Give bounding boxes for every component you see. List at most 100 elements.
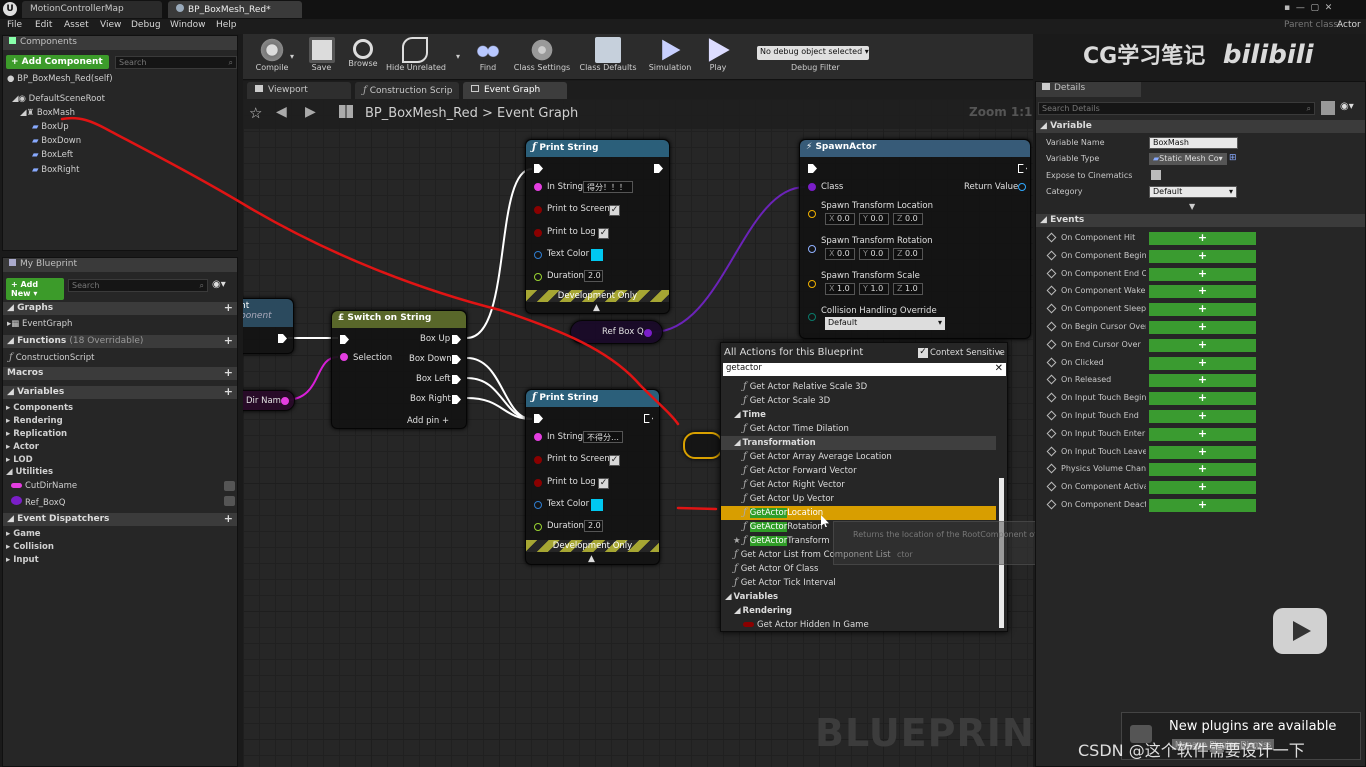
browse-button[interactable]: Browse xyxy=(340,36,386,78)
component-default-root[interactable]: ◢◉ DefaultSceneRoot xyxy=(12,94,105,104)
window-controls[interactable]: ▪ — ▢ ✕ xyxy=(1284,3,1332,13)
play-button[interactable]: Play xyxy=(695,36,741,78)
var-category[interactable]: ▸ Components xyxy=(6,403,73,413)
add-event-button[interactable]: + xyxy=(1149,303,1256,317)
action-item[interactable]: ƒ Get Actor Time Dilation xyxy=(721,422,996,436)
exec-out-pin[interactable] xyxy=(452,395,461,404)
switch-on-string-node[interactable]: £ Switch on String Selection Box Up Box … xyxy=(331,310,467,429)
all-actions-menu[interactable]: All Actions for this Blueprint ✓ Context… xyxy=(720,342,1008,632)
rotator-pin[interactable] xyxy=(808,245,816,253)
details-tab[interactable]: Details xyxy=(1036,82,1141,97)
action-item[interactable]: ƒ Get Actor Array Average Location xyxy=(721,450,996,464)
menu-edit[interactable]: Edit xyxy=(35,20,52,30)
add-event-button[interactable]: + xyxy=(1149,427,1256,441)
action-item[interactable]: ƒ Get Actor Forward Vector xyxy=(721,464,996,478)
add-event-button[interactable]: + xyxy=(1149,481,1256,495)
details-search-input[interactable]: Search Details ⌕ xyxy=(1038,102,1315,115)
add-event-button[interactable]: + xyxy=(1149,232,1256,245)
variable-get-ref-boxq[interactable]: Ref Box Q xyxy=(570,320,663,344)
expand-right-icon[interactable]: ▸ xyxy=(999,348,1003,357)
return-value-pin[interactable] xyxy=(1018,183,1026,191)
class-settings-button[interactable]: Class Settings xyxy=(511,36,573,78)
add-variable-icon[interactable]: + xyxy=(224,386,233,397)
loc-z-input[interactable]: Z 0.0 xyxy=(893,213,923,225)
add-event-button[interactable]: + xyxy=(1149,356,1256,370)
hide-unrelated-button[interactable]: Hide Unrelated xyxy=(386,36,446,78)
event-node-partial[interactable]: ntponent xyxy=(243,298,294,354)
save-button[interactable]: Save xyxy=(299,36,344,78)
bool-pin[interactable] xyxy=(534,479,542,487)
component-child[interactable]: ▰ BoxRight xyxy=(32,165,79,175)
exec-out-pin[interactable] xyxy=(1018,164,1027,173)
tab-construction-script[interactable]: ƒ Construction Scrip xyxy=(355,82,459,99)
menu-view[interactable]: View xyxy=(100,20,121,30)
graph-item-eventgraph[interactable]: ▸▦ EventGraph xyxy=(7,319,72,329)
category-select[interactable]: Default ▾ xyxy=(1149,186,1237,198)
float-pin[interactable] xyxy=(534,523,542,531)
tab-event-graph[interactable]: Event Graph xyxy=(463,82,567,99)
object-out-pin[interactable] xyxy=(644,329,652,337)
doc-tab-blueprint[interactable]: BP_BoxMesh_Red* xyxy=(168,1,302,18)
variable-type-select[interactable]: ▰Static Mesh Co▾ xyxy=(1149,153,1227,165)
action-item[interactable]: Get Actor Hidden In Game xyxy=(721,618,996,631)
section-variable[interactable]: ◢ Variable xyxy=(1036,120,1365,133)
action-category[interactable]: ◢ Time xyxy=(721,408,996,422)
print-string-node[interactable]: ƒ Print String In String 不得分… Print to Sc… xyxy=(525,389,660,565)
add-component-button[interactable]: + Add Component xyxy=(6,55,109,69)
variable-get-dir-name[interactable]: Dir Name xyxy=(243,390,295,411)
hidden-node-stub[interactable] xyxy=(683,432,723,459)
section-functions[interactable]: ◢ Functions (18 Overridable) + xyxy=(3,335,237,348)
add-graph-icon[interactable]: + xyxy=(224,302,233,313)
bool-pin[interactable] xyxy=(534,456,542,464)
container-type-icon[interactable]: ⊞ xyxy=(1229,153,1237,163)
action-item[interactable]: ƒ Get Actor Relative Scale 3D xyxy=(721,380,996,394)
string-in-pin[interactable] xyxy=(534,433,542,441)
variable-name-input[interactable]: BoxMash xyxy=(1149,137,1238,149)
action-category[interactable]: ◢ Transformation xyxy=(721,436,996,450)
scale-y-input[interactable]: Y 1.0 xyxy=(859,283,889,295)
print-log-checkbox[interactable]: ✓ xyxy=(598,228,609,239)
exec-out-pin[interactable] xyxy=(452,375,461,384)
print-screen-checkbox[interactable]: ✓ xyxy=(609,455,620,466)
video-play-button[interactable] xyxy=(1273,608,1327,654)
add-dispatcher-icon[interactable]: + xyxy=(224,513,233,524)
enum-pin[interactable] xyxy=(808,313,816,321)
context-sensitive-checkbox[interactable]: ✓ xyxy=(918,348,928,358)
eye-closed-icon[interactable] xyxy=(224,496,235,506)
float-pin[interactable] xyxy=(534,273,542,281)
section-graphs[interactable]: ◢ Graphs + xyxy=(3,302,237,315)
menu-file[interactable]: File xyxy=(7,20,22,30)
duration-input[interactable]: 2.0 xyxy=(584,520,603,532)
menu-help[interactable]: Help xyxy=(216,20,237,30)
tab-viewport[interactable]: Viewport xyxy=(247,82,351,99)
debug-object-select[interactable]: No debug object selected ▾ xyxy=(757,46,869,60)
expand-arrow-icon[interactable]: ▲ xyxy=(593,303,600,313)
action-item[interactable]: ƒ Get Actor Up Vector xyxy=(721,492,996,506)
menu-debug[interactable]: Debug xyxy=(131,20,161,30)
action-category[interactable]: ◢ Variables xyxy=(721,590,996,604)
action-item[interactable]: ƒ Get Actor Scale 3D xyxy=(721,394,996,408)
loc-x-input[interactable]: X 0.0 xyxy=(825,213,855,225)
print-screen-checkbox[interactable]: ✓ xyxy=(609,205,620,216)
dispatcher-category[interactable]: ▸ Collision xyxy=(6,542,54,552)
dispatcher-category[interactable]: ▸ Game xyxy=(6,529,41,539)
add-event-button[interactable]: + xyxy=(1149,445,1256,459)
action-item[interactable]: ƒ GetActorLocation xyxy=(721,506,996,520)
exec-out-pin[interactable] xyxy=(452,335,461,344)
collision-select[interactable]: Default ▾ xyxy=(825,317,945,330)
add-pin-button[interactable]: Add pin + xyxy=(407,416,449,426)
menu-asset[interactable]: Asset xyxy=(64,20,89,30)
in-string-input[interactable]: 得分！！！ xyxy=(583,181,633,193)
add-event-button[interactable]: + xyxy=(1149,374,1256,388)
component-boxmash[interactable]: ◢♜ BoxMash xyxy=(20,108,75,118)
bool-pin[interactable] xyxy=(534,229,542,237)
color-pin[interactable] xyxy=(534,501,542,509)
var-category[interactable]: ▸ Rendering xyxy=(6,416,63,426)
function-item-construction[interactable]: ƒ ConstructionScript xyxy=(9,352,94,363)
string-out-pin[interactable] xyxy=(281,397,289,405)
section-events[interactable]: ◢ Events xyxy=(1036,214,1365,227)
expand-arrow-icon[interactable]: ▲ xyxy=(588,554,595,564)
exec-in-pin[interactable] xyxy=(534,164,543,173)
class-in-pin[interactable] xyxy=(808,183,816,191)
add-event-button[interactable]: + xyxy=(1149,392,1256,406)
